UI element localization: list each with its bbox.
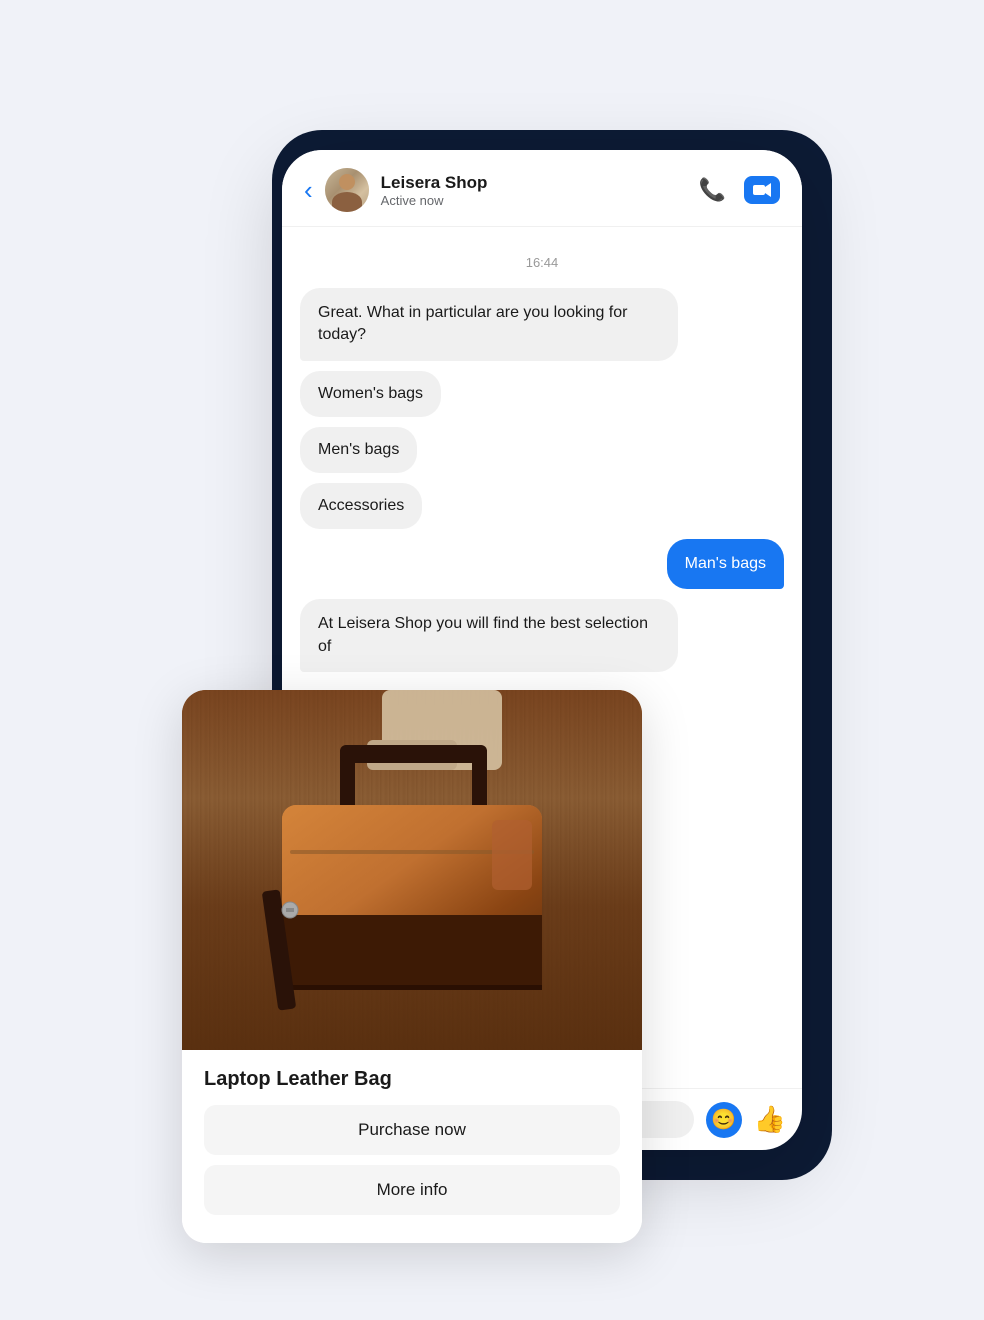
contact-info: Leisera Shop Active now [381, 173, 699, 208]
message-bubble-reply: Man's bags [667, 539, 784, 589]
contact-status: Active now [381, 193, 699, 208]
message-bubble-1: Great. What in particular are you lookin… [300, 288, 678, 361]
product-card: Laptop Leather Bag Purchase now More inf… [182, 690, 642, 1243]
product-info: Laptop Leather Bag Purchase now More inf… [182, 1050, 642, 1243]
thumbs-up-button[interactable]: 👍 [754, 1104, 786, 1135]
option-womens-bags[interactable]: Women's bags [300, 371, 441, 417]
header-actions: 📞 [699, 176, 780, 204]
option-mens-bags[interactable]: Men's bags [300, 427, 417, 473]
phone-call-icon[interactable]: 📞 [699, 177, 726, 203]
message-bubble-2: At Leisera Shop you will find the best s… [300, 599, 678, 672]
chat-header: ‹ Leisera Shop Active now 📞 [282, 150, 802, 227]
contact-avatar[interactable] [325, 168, 369, 212]
contact-name: Leisera Shop [381, 173, 699, 193]
video-call-button[interactable] [744, 176, 780, 204]
back-button[interactable]: ‹ [304, 175, 313, 206]
more-info-button[interactable]: More info [204, 1165, 620, 1215]
product-image [182, 690, 642, 1050]
message-timestamp: 16:44 [300, 255, 784, 270]
option-accessories[interactable]: Accessories [300, 483, 422, 529]
emoji-button[interactable]: 😊 [706, 1102, 742, 1138]
product-name: Laptop Leather Bag [204, 1068, 620, 1091]
purchase-now-button[interactable]: Purchase now [204, 1105, 620, 1155]
